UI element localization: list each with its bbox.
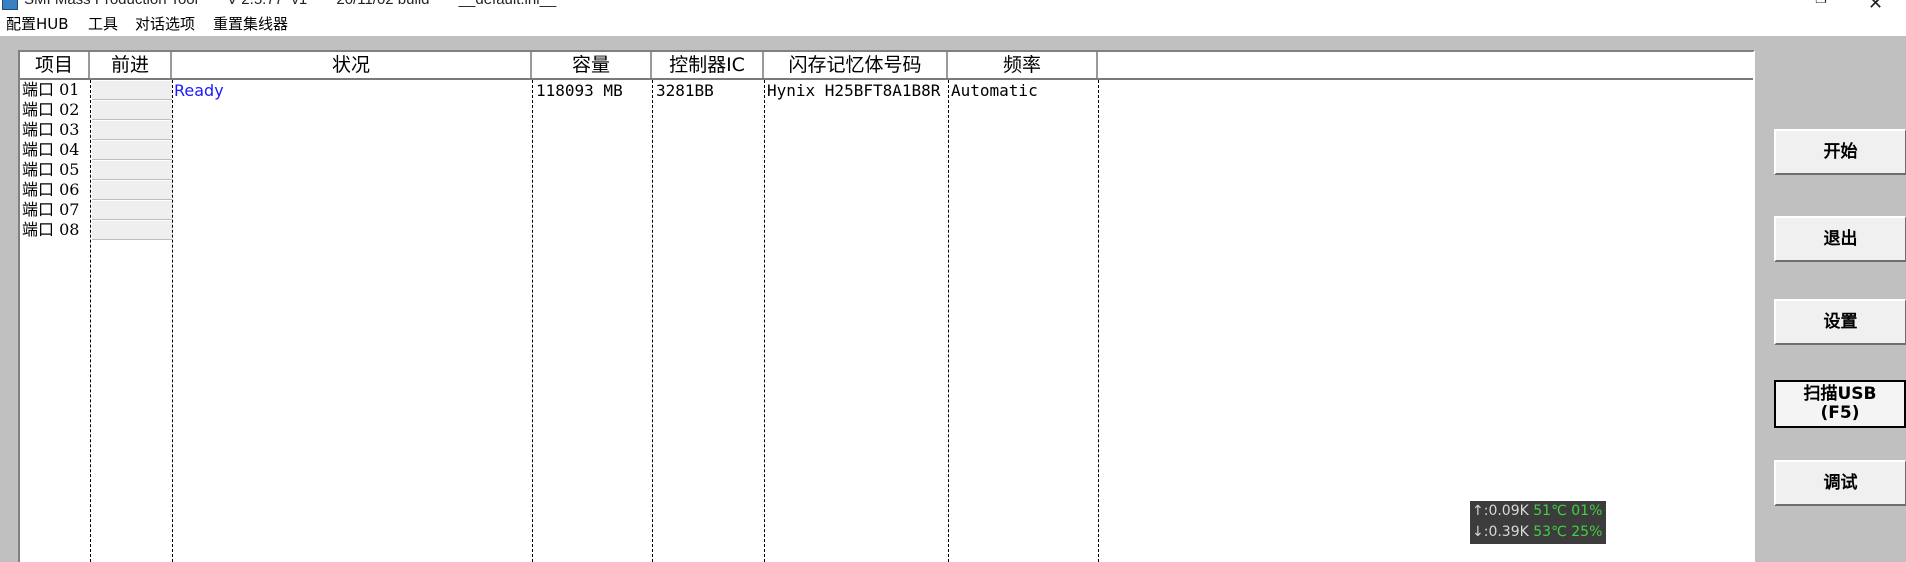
- progress-bar: [92, 161, 172, 180]
- upload-row: ↑:0.09K 51℃ 01%: [1472, 501, 1604, 522]
- controller-cell: 3281BB: [656, 81, 714, 100]
- header-frequency[interactable]: 频率: [948, 52, 1098, 78]
- menu-config-hub[interactable]: 配置HUB: [6, 15, 69, 33]
- progress-bar: [92, 221, 172, 240]
- restore-icon[interactable]: ❐: [1815, 0, 1829, 6]
- flash-id-cell: Hynix H25BFT8A1B8R: [767, 81, 941, 100]
- progress-bar: [92, 101, 172, 120]
- title-bar: SMI Mass Production Tool V 2.5.77 v1 20/…: [0, 0, 1906, 12]
- progress-bar: [92, 141, 172, 160]
- port-list[interactable]: 项目 前进 状况 容量 控制器IC 闪存记忆体号码 频率 端口 01 端口 02…: [18, 50, 1755, 562]
- port-label: 端口 02: [22, 100, 80, 119]
- progress-bar: [92, 81, 172, 100]
- progress-bar: [92, 121, 172, 140]
- column-divider: [764, 80, 765, 562]
- download-rate: ↓:0.39K: [1472, 524, 1529, 540]
- scan-usb-button[interactable]: 扫描USB (F5): [1774, 380, 1906, 428]
- upload-rate: ↑:0.09K: [1472, 503, 1529, 519]
- header-capacity[interactable]: 容量: [532, 52, 652, 78]
- gpu-temp: 53℃: [1533, 524, 1567, 540]
- port-label: 端口 07: [22, 200, 80, 219]
- progress-bar: [92, 201, 172, 220]
- header-controller[interactable]: 控制器IC: [652, 52, 764, 78]
- header-status[interactable]: 状况: [172, 52, 532, 78]
- port-label: 端口 04: [22, 140, 80, 159]
- port-label: 端口 06: [22, 180, 80, 199]
- close-icon[interactable]: ✕: [1868, 0, 1883, 12]
- port-label: 端口 05: [22, 160, 80, 179]
- download-row: ↓:0.39K 53℃ 25%: [1472, 522, 1604, 543]
- port-label: 端口 08: [22, 220, 80, 239]
- exit-button[interactable]: 退出: [1774, 216, 1906, 262]
- app-icon: [2, 0, 18, 10]
- menu-tools[interactable]: 工具: [88, 15, 118, 33]
- progress-bar: [92, 181, 172, 200]
- network-monitor: ↑:0.09K 51℃ 01% ↓:0.39K 53℃ 25%: [1470, 501, 1606, 544]
- menu-dialog-options[interactable]: 对话选项: [135, 15, 195, 33]
- column-divider: [1098, 80, 1099, 562]
- settings-button[interactable]: 设置: [1774, 299, 1906, 345]
- column-divider: [532, 80, 533, 562]
- header-progress[interactable]: 前进: [90, 52, 172, 78]
- frequency-cell: Automatic: [951, 81, 1038, 100]
- memory-usage: 25%: [1571, 524, 1603, 540]
- cpu-usage: 01%: [1571, 503, 1603, 519]
- column-divider: [90, 80, 91, 562]
- start-button[interactable]: 开始: [1774, 129, 1906, 175]
- port-label: 端口 01: [22, 80, 80, 99]
- status-cell: Ready: [174, 81, 224, 100]
- column-divider: [948, 80, 949, 562]
- debug-button[interactable]: 调试: [1774, 460, 1906, 506]
- capacity-cell: 118093 MB: [536, 81, 623, 100]
- window-title: SMI Mass Production Tool V 2.5.77 v1 20/…: [24, 0, 556, 8]
- menu-bar: 配置HUB 工具 对话选项 重置集线器: [0, 12, 1906, 36]
- column-divider: [172, 80, 173, 562]
- column-divider: [652, 80, 653, 562]
- header-flash-id[interactable]: 闪存记忆体号码: [764, 52, 948, 78]
- header-item[interactable]: 项目: [20, 52, 90, 78]
- list-header: 项目 前进 状况 容量 控制器IC 闪存记忆体号码 频率: [20, 52, 1753, 80]
- menu-reset-hub[interactable]: 重置集线器: [213, 15, 288, 33]
- cpu-temp: 51℃: [1533, 503, 1567, 519]
- port-label: 端口 03: [22, 120, 80, 139]
